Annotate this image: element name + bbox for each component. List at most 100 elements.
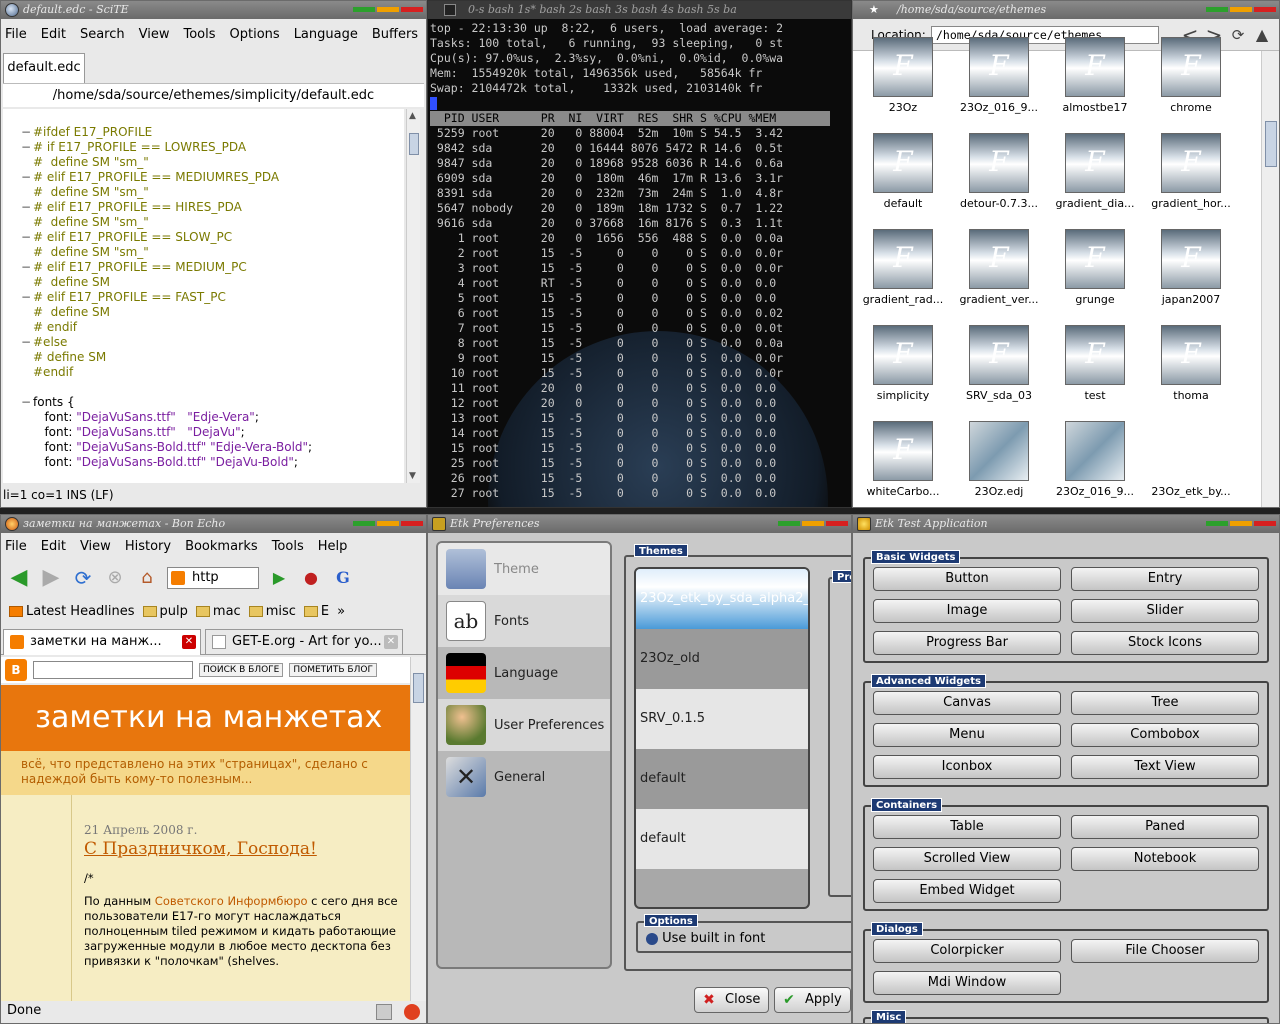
maximize-button[interactable]: [802, 521, 824, 526]
more-bookmarks-icon[interactable]: »: [337, 604, 345, 619]
process-row[interactable]: 5 root 15 -5 0 0 0 S 0.0 0.0: [430, 291, 851, 306]
close-tab-icon[interactable]: ✕: [182, 635, 196, 649]
process-row[interactable]: 1 root 20 0 1656 556 488 S 0.0 0.0a: [430, 231, 851, 246]
scroll-thumb[interactable]: [1265, 121, 1277, 167]
maximize-button[interactable]: [377, 521, 399, 526]
menu-item-edit[interactable]: Edit: [41, 27, 66, 42]
file-icon-item[interactable]: Ftest: [1047, 325, 1143, 421]
sidebar-item-user-preferences[interactable]: User Preferences: [438, 699, 610, 751]
process-row[interactable]: 9842 sda 20 0 16444 8076 5472 R 14.6 0.5…: [430, 141, 851, 156]
file-icon-item[interactable]: Falmostbe17: [1047, 37, 1143, 133]
menu-item-buffers[interactable]: Buffers: [372, 27, 418, 42]
home-icon[interactable]: ⌂: [135, 566, 159, 590]
themes-list[interactable]: 23Oz_etk_by_sda_alpha2_ 23Oz_old SRV_0.1.5…: [634, 567, 810, 909]
file-icon-item[interactable]: F 23Oz_016_9...: [951, 37, 1047, 133]
process-row[interactable]: 4 root RT -5 0 0 0 S 0.0 0.0: [430, 276, 851, 291]
apply-button[interactable]: ✔ Apply: [774, 987, 851, 1013]
file-icon-item[interactable]: F SRV_sda_03: [951, 325, 1047, 421]
bookmark-0[interactable]: Latest Headlines: [9, 604, 135, 619]
scroll-thumb[interactable]: [409, 133, 419, 155]
reload-icon[interactable]: ⟳: [71, 566, 95, 590]
file-icon-item[interactable]: Fgradient_rad...: [855, 229, 951, 325]
sidebar-item-general[interactable]: ✕ General: [438, 751, 610, 803]
file-chooser-button[interactable]: File Chooser: [1071, 939, 1259, 963]
file-icon-item[interactable]: FwhiteCarbo...: [855, 421, 951, 507]
menu-item-language[interactable]: Language: [294, 27, 358, 42]
ff-titlebar[interactable]: заметки на манжетах - Bon Echo: [1, 515, 426, 533]
fold-marker-icon[interactable]: −: [21, 200, 31, 215]
process-row[interactable]: 3 root 15 -5 0 0 0 S 0.0 0.0r: [430, 261, 851, 276]
editor-scrollbar[interactable]: ▲ ▼: [406, 109, 420, 483]
close-button[interactable]: [1254, 7, 1276, 12]
menu-item-options[interactable]: Options: [230, 27, 280, 42]
bookmark-3[interactable]: misc: [248, 604, 296, 619]
process-row[interactable]: 7 root 15 -5 0 0 0 S 0.0 0.0t: [430, 321, 851, 336]
scrolled-view-button[interactable]: Scrolled View: [873, 847, 1061, 871]
file-icon-item[interactable]: Fgradient_dia...: [1047, 133, 1143, 229]
progress-bar-button[interactable]: Progress Bar: [873, 631, 1061, 655]
menu-item-file[interactable]: File: [5, 27, 27, 42]
process-row[interactable]: 14 root 15 -5 0 0 0 S 0.0 0.0: [430, 426, 851, 441]
menu-item-search[interactable]: Search: [80, 27, 125, 42]
paned-button[interactable]: Paned: [1071, 815, 1259, 839]
process-row[interactable]: 10 root 15 -5 0 0 0 S 0.0 0.0r: [430, 366, 851, 381]
fm-titlebar[interactable]: ★ /home/sda/source/ethemes: [853, 1, 1279, 19]
go-icon[interactable]: ▶: [267, 566, 291, 590]
process-row[interactable]: 25 root 15 -5 0 0 0 S 0.0 0.0: [430, 456, 851, 471]
page-scrollbar[interactable]: [410, 657, 426, 1001]
menu-item-bookmarks[interactable]: Bookmarks: [185, 539, 258, 554]
bookmark-4[interactable]: E: [303, 604, 329, 619]
minimize-button[interactable]: [1206, 521, 1228, 526]
fm-scrollbar[interactable]: [1261, 51, 1279, 507]
process-row[interactable]: 15 root 15 -5 0 0 0 S 0.0 0.0: [430, 441, 851, 456]
close-button[interactable]: [1254, 521, 1276, 526]
scroll-thumb[interactable]: [413, 673, 424, 703]
theme-list-item[interactable]: default: [636, 749, 808, 809]
iconbox-button[interactable]: Iconbox: [873, 755, 1061, 779]
window-buttons[interactable]: [1206, 521, 1276, 526]
theme-list-item[interactable]: default: [636, 809, 808, 869]
url-input[interactable]: http: [167, 567, 259, 589]
post-title[interactable]: С Праздничком, Господа!: [84, 839, 410, 859]
fold-marker-icon[interactable]: −: [21, 290, 31, 305]
file-icon-item[interactable]: 23Oz_016_9...: [1047, 421, 1143, 507]
blog-search-input[interactable]: [33, 661, 193, 679]
process-row[interactable]: 2 root 15 -5 0 0 0 S 0.0 0.0r: [430, 246, 851, 261]
menu-item-help[interactable]: Help: [318, 539, 348, 554]
tab-get-e[interactable]: GET-E.org - Art for yo... ✕: [205, 629, 403, 655]
fold-marker-icon[interactable]: −: [21, 335, 31, 350]
sidebar-item-language[interactable]: Language: [438, 647, 610, 699]
close-button[interactable]: [401, 521, 423, 526]
entry-button[interactable]: Entry: [1071, 567, 1259, 591]
file-icon-item[interactable]: Fgradient_ver...: [951, 229, 1047, 325]
maximize-button[interactable]: [1230, 7, 1252, 12]
process-row[interactable]: 9 root 15 -5 0 0 0 S 0.0 0.0r: [430, 351, 851, 366]
menu-item-history[interactable]: History: [125, 539, 171, 554]
stock-icons-button[interactable]: Stock Icons: [1071, 631, 1259, 655]
menu-item-tools[interactable]: Tools: [272, 539, 304, 554]
etk-titlebar[interactable]: Etk Test Application: [853, 515, 1279, 533]
process-row[interactable]: 8 root 15 -5 0 0 0 S 0.0 0.0a: [430, 336, 851, 351]
google-search-icon[interactable]: G: [331, 566, 355, 590]
close-button[interactable]: [401, 7, 423, 12]
window-buttons[interactable]: [778, 521, 848, 526]
minimize-button[interactable]: [353, 7, 375, 12]
notebook-button[interactable]: Notebook: [1071, 847, 1259, 871]
theme-list-item[interactable]: 23Oz_old: [636, 629, 808, 689]
blogger-icon[interactable]: B: [5, 659, 27, 681]
window-buttons[interactable]: [1206, 7, 1276, 12]
forward-arrow-icon[interactable]: ▶: [39, 566, 63, 590]
back-arrow-icon[interactable]: ◀: [7, 566, 31, 590]
fold-marker-icon[interactable]: −: [21, 140, 31, 155]
minimize-button[interactable]: [353, 521, 375, 526]
window-buttons[interactable]: [353, 521, 423, 526]
bookmark-2[interactable]: mac: [195, 604, 241, 619]
fold-marker-icon[interactable]: −: [21, 170, 31, 185]
file-icon-item[interactable]: 23Oz_etk_by...: [1143, 421, 1239, 507]
file-icon-item[interactable]: Fdetour-0.7.3...: [951, 133, 1047, 229]
fold-marker-icon[interactable]: −: [21, 395, 31, 410]
menu-item-edit[interactable]: Edit: [41, 539, 66, 554]
bookmark-1[interactable]: pulp: [142, 604, 188, 619]
prefs-titlebar[interactable]: Etk Preferences: [428, 515, 851, 533]
close-button[interactable]: ✖ Close: [694, 987, 770, 1013]
